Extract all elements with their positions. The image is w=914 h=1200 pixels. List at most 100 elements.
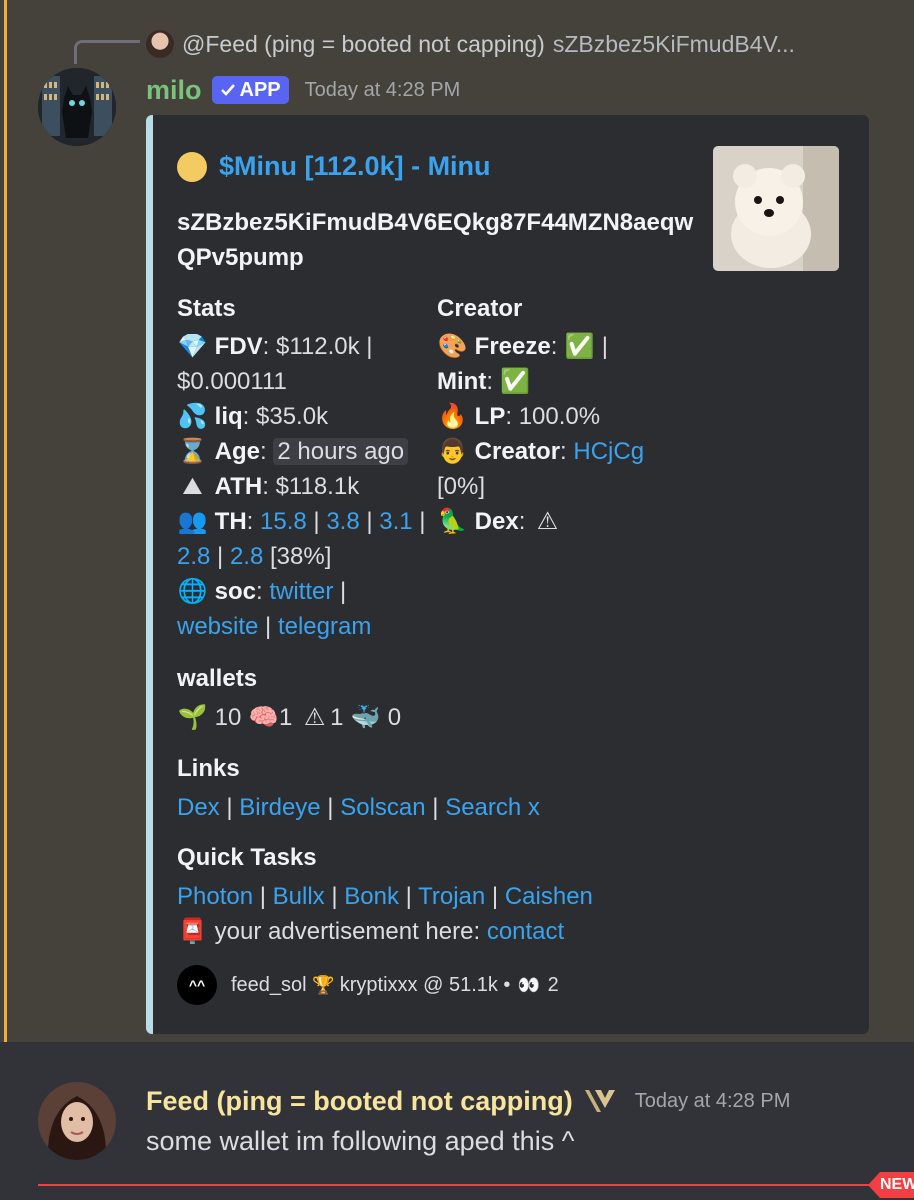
reply-preview[interactable]: sZBzbez5KiFmudB4V... xyxy=(553,31,795,58)
user-message-header: Feed (ping = booted not capping) Today a… xyxy=(146,1083,790,1119)
fdv-value: $112.0k | xyxy=(276,333,373,360)
eyes-icon: 👀 xyxy=(517,974,541,996)
token-thumbnail[interactable] xyxy=(713,146,839,271)
globe-icon: 🌐 xyxy=(177,577,208,605)
ath-value: $118.1k xyxy=(275,473,360,500)
new-messages-badge: NEW xyxy=(868,1172,914,1198)
th-link-5[interactable]: 2.8 xyxy=(230,543,263,570)
busts-icon: 👥 xyxy=(177,507,208,535)
warning-icon: ⚠ xyxy=(536,507,559,535)
bot-avatar[interactable] xyxy=(38,68,116,146)
liq-label: liq xyxy=(214,403,243,430)
technologist-icon: 👨 xyxy=(437,437,468,465)
liq-row: 💦 liq: $35.0k xyxy=(177,399,427,434)
app-badge: APP xyxy=(211,76,289,104)
reply-connector xyxy=(74,40,140,64)
seedling-count: 10 xyxy=(214,704,242,731)
guild-tag-icon xyxy=(584,1090,615,1112)
fire-icon: 🔥 xyxy=(437,402,468,430)
wallets-heading: wallets xyxy=(177,665,258,692)
yellow-circle-icon xyxy=(177,151,207,182)
new-messages-divider xyxy=(38,1184,888,1186)
lp-value: 100.0% xyxy=(518,403,601,430)
user-username[interactable]: Feed (ping = booted not capping) xyxy=(146,1086,573,1117)
parrot-icon: 🦜 xyxy=(437,507,468,535)
links-heading: Links xyxy=(177,755,240,782)
links-field: Dex | Birdeye | Solscan | Search x xyxy=(177,794,540,821)
app-badge-label: APP xyxy=(239,78,281,101)
website-link[interactable]: website xyxy=(177,613,258,640)
quick-tasks-field: Photon | Bullx | Bonk | Trojan | Caishen… xyxy=(177,879,593,949)
mountain-icon: ⛰ xyxy=(182,472,203,500)
th-link-4[interactable]: 2.8 xyxy=(177,543,210,570)
footer-avatar: ^^ xyxy=(177,965,217,1005)
mint-row: Mint: ✅ xyxy=(437,364,707,399)
mention-highlight-bar xyxy=(4,0,7,1042)
brain-icon: 🧠 xyxy=(248,703,279,731)
whale-count: 0 xyxy=(387,704,402,731)
contact-link[interactable]: contact xyxy=(487,918,564,945)
advert-row: 📮 your advertisement here: contact xyxy=(177,914,593,949)
footer-text-a: feed_sol xyxy=(231,973,307,996)
ath-row: ⛰ ATH: $118.1k xyxy=(177,469,427,504)
dex-link[interactable]: Dex xyxy=(177,794,220,821)
check-mark-icon: ✅ xyxy=(564,332,595,360)
freeze-label: Freeze xyxy=(474,333,551,360)
bonk-link[interactable]: Bonk xyxy=(344,883,399,910)
user-message-timestamp[interactable]: Today at 4:28 PM xyxy=(635,1090,791,1113)
th-link-2[interactable]: 3.8 xyxy=(326,508,359,535)
reply-reference[interactable]: @Feed (ping = booted not capping) sZBzbe… xyxy=(146,28,795,60)
postbox-icon: 📮 xyxy=(177,917,208,945)
embed-title[interactable]: $Minu [112.0k] - Minu xyxy=(177,151,491,182)
embed-title-text[interactable]: $Minu [112.0k] - Minu xyxy=(219,151,491,182)
birdeye-link[interactable]: Birdeye xyxy=(239,794,320,821)
warning-count: 1 xyxy=(330,704,344,731)
checkmark-icon xyxy=(220,84,235,96)
caishen-link[interactable]: Caishen xyxy=(505,883,593,910)
price-value: $0.000111 xyxy=(177,368,287,395)
creator-link[interactable]: HCjCg xyxy=(573,438,644,465)
telegram-link[interactable]: telegram xyxy=(278,613,371,640)
mint-label: Mint xyxy=(437,368,487,395)
th-link-3[interactable]: 3.1 xyxy=(379,508,412,535)
th-percent: [38%] xyxy=(270,543,332,570)
token-embed: $Minu [112.0k] - Minu sZBzbez5KiFmudB4V6… xyxy=(146,115,869,1034)
check-mark-icon: ✅ xyxy=(500,367,531,395)
dex-row: 🦜 Dex: ⚠ xyxy=(437,504,707,539)
creator-percent: [0%] xyxy=(437,473,486,500)
solscan-link[interactable]: Solscan xyxy=(340,794,425,821)
age-value[interactable]: 2 hours ago xyxy=(273,438,409,465)
reply-avatar xyxy=(146,30,174,58)
freeze-row: 🎨 Freeze: ✅ | xyxy=(437,329,707,364)
wallets-field: 🌱 10 🧠1 ⚠ 1 🐳 0 xyxy=(177,700,402,735)
trophy-icon: 🏆 xyxy=(312,974,335,996)
creator-row: 👨 Creator: HCjCg xyxy=(437,434,707,469)
footer-text: feed_sol 🏆 kryptixxx @ 51.1k • 👀 2 xyxy=(231,974,559,997)
soc-row: 🌐 soc: twitter | website | telegram xyxy=(177,574,427,644)
user-message-text: some wallet im following aped this ^ xyxy=(146,1126,575,1156)
photon-link[interactable]: Photon xyxy=(177,883,253,910)
twitter-link[interactable]: twitter xyxy=(269,578,333,605)
user-avatar[interactable] xyxy=(38,1082,116,1160)
reply-author[interactable]: @Feed (ping = booted not capping) xyxy=(182,31,545,58)
bot-username[interactable]: milo xyxy=(146,75,202,106)
bullx-link[interactable]: Bullx xyxy=(273,883,325,910)
trojan-link[interactable]: Trojan xyxy=(418,883,485,910)
liq-value: $35.0k xyxy=(256,403,329,430)
creator-label: Creator xyxy=(474,438,561,465)
seedling-icon: 🌱 xyxy=(177,703,208,731)
lp-row: 🔥 LP: 100.0% xyxy=(437,399,707,434)
fdv-label: FDV xyxy=(214,333,263,360)
fdv-row: 💎 FDV: $112.0k | xyxy=(177,329,427,364)
th-link-1[interactable]: 15.8 xyxy=(260,508,307,535)
droplets-icon: 💦 xyxy=(177,402,208,430)
advert-text: your advertisement here: xyxy=(214,918,481,945)
whale-icon: 🐳 xyxy=(350,703,381,731)
age-label: Age xyxy=(214,438,261,465)
stats-field: 💎 FDV: $112.0k | $0.000111 💦 liq: $35.0k… xyxy=(177,329,427,644)
th-row: 👥 TH: 15.8 | 3.8 | 3.1 | 2.8 | 2.8 [38%] xyxy=(177,504,427,574)
bot-message-timestamp[interactable]: Today at 4:28 PM xyxy=(305,79,461,102)
dex-label: Dex xyxy=(474,508,519,535)
search-x-link[interactable]: Search x xyxy=(445,794,540,821)
warning-icon: ⚠ xyxy=(303,703,326,731)
